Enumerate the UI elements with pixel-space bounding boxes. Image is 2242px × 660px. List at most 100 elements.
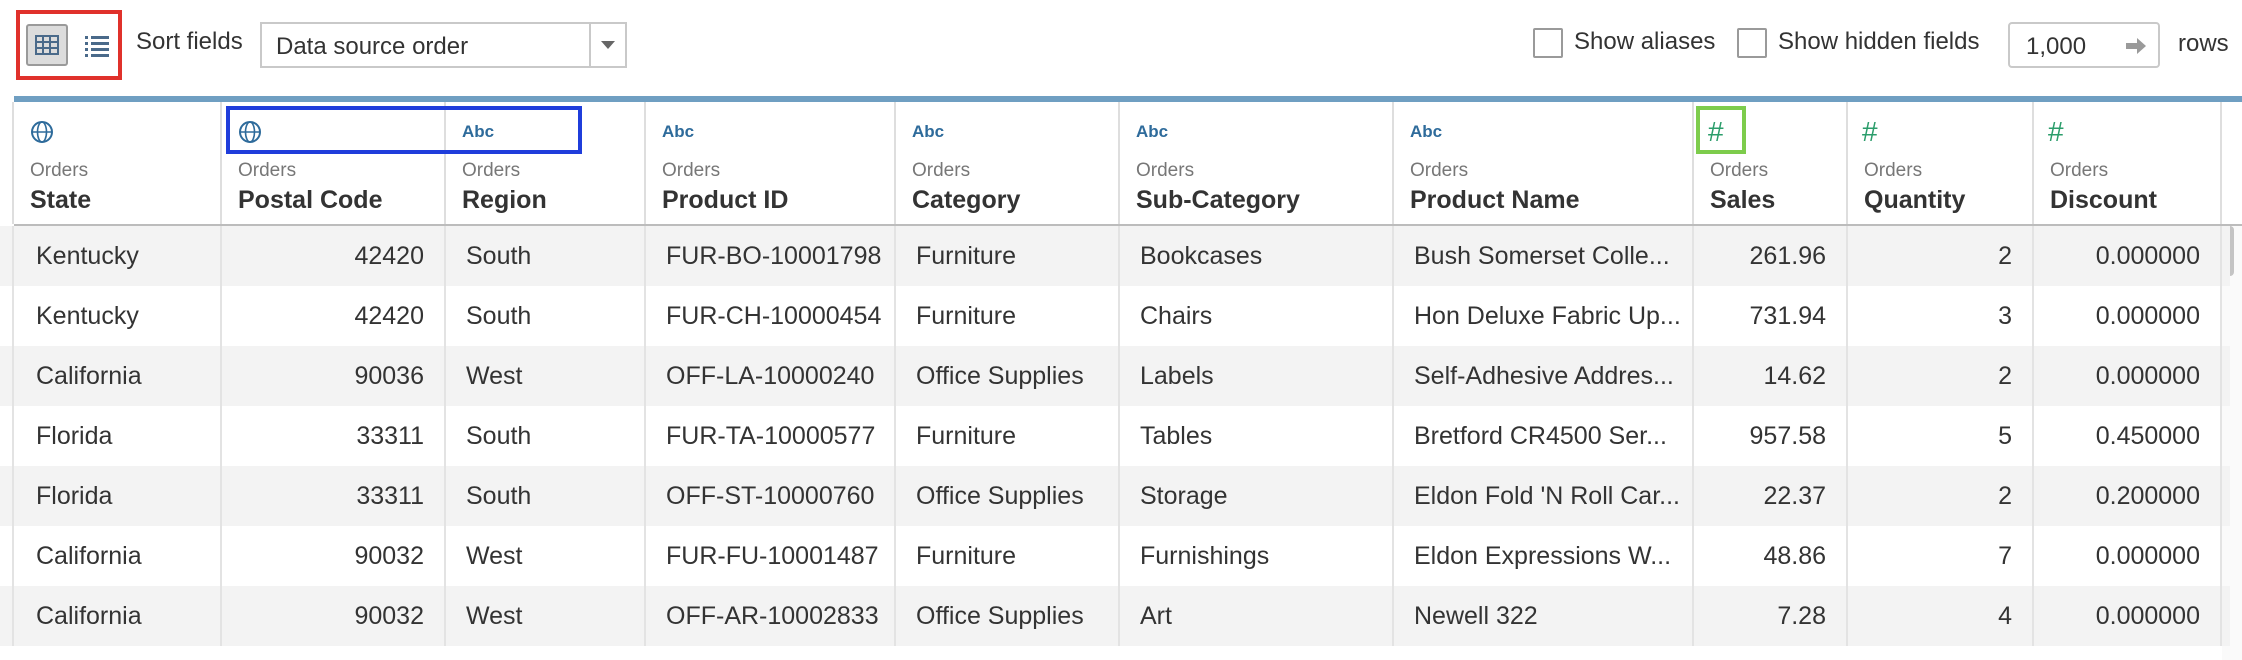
table-cell[interactable]: OFF-ST-10000760 — [646, 466, 896, 526]
table-cell[interactable]: Eldon Expressions W... — [1394, 526, 1694, 586]
grid-view-button[interactable] — [26, 24, 68, 66]
column-source: Orders — [1410, 160, 1469, 181]
table-cell[interactable]: Office Supplies — [896, 586, 1120, 646]
table-cell[interactable]: 0.000000 — [2034, 346, 2222, 406]
string-type-icon[interactable]: Abc — [1410, 122, 1442, 142]
table-cell[interactable]: FUR-CH-10000454 — [646, 286, 896, 346]
table-cell[interactable]: Chairs — [1120, 286, 1394, 346]
arrow-right-icon[interactable] — [2124, 34, 2148, 63]
number-type-icon[interactable]: # — [2048, 118, 2064, 146]
table-cell[interactable]: 0.000000 — [2034, 286, 2222, 346]
column-header-state[interactable]: Orders State — [14, 102, 222, 224]
table-cell[interactable]: 7.28 — [1694, 586, 1848, 646]
table-cell[interactable]: Tables — [1120, 406, 1394, 466]
table-cell[interactable]: Furniture — [896, 286, 1120, 346]
table-cell[interactable]: 4 — [1848, 586, 2034, 646]
string-type-icon[interactable]: Abc — [662, 122, 694, 142]
table-cell[interactable]: FUR-FU-10001487 — [646, 526, 896, 586]
table-cell[interactable]: Furniture — [896, 526, 1120, 586]
list-view-button[interactable] — [76, 24, 118, 66]
column-header-quantity[interactable]: # Orders Quantity — [1848, 102, 2034, 224]
table-cell[interactable]: 90032 — [222, 526, 446, 586]
table-cell[interactable]: Furniture — [896, 226, 1120, 286]
table-cell[interactable]: South — [446, 286, 646, 346]
column-header-sub-category[interactable]: Abc Orders Sub-Category — [1120, 102, 1394, 224]
table-cell[interactable]: Florida — [14, 466, 222, 526]
table-cell[interactable]: OFF-LA-10000240 — [646, 346, 896, 406]
table-cell[interactable]: FUR-TA-10000577 — [646, 406, 896, 466]
string-type-icon[interactable]: Abc — [1136, 122, 1168, 142]
table-cell[interactable]: 90036 — [222, 346, 446, 406]
table-cell[interactable]: Furnishings — [1120, 526, 1394, 586]
table-cell[interactable]: 731.94 — [1694, 286, 1848, 346]
table-cell[interactable]: West — [446, 586, 646, 646]
table-cell[interactable]: Eldon Fold 'N Roll Car... — [1394, 466, 1694, 526]
table-cell[interactable]: Office Supplies — [896, 466, 1120, 526]
column-name: Product Name — [1410, 186, 1580, 214]
table-cell[interactable]: South — [446, 226, 646, 286]
number-type-icon[interactable]: # — [1862, 118, 1878, 146]
table-cell[interactable]: 0.000000 — [2034, 526, 2222, 586]
rows-input[interactable]: 1,000 — [2008, 22, 2160, 68]
column-header-category[interactable]: Abc Orders Category — [896, 102, 1120, 224]
chevron-down-icon[interactable] — [601, 41, 615, 49]
sort-fields-dropdown[interactable]: Data source order — [260, 22, 627, 68]
column-source: Orders — [462, 160, 521, 181]
table-cell[interactable]: Hon Deluxe Fabric Up... — [1394, 286, 1694, 346]
table-cell[interactable]: California — [14, 346, 222, 406]
string-type-icon[interactable]: Abc — [912, 122, 944, 142]
table-cell[interactable]: California — [14, 586, 222, 646]
table-cell[interactable]: Art — [1120, 586, 1394, 646]
table-cell[interactable]: 14.62 — [1694, 346, 1848, 406]
table-cell[interactable]: Bretford CR4500 Ser... — [1394, 406, 1694, 466]
table-cell[interactable]: South — [446, 466, 646, 526]
table-cell[interactable]: 0.450000 — [2034, 406, 2222, 466]
show-aliases-checkbox[interactable] — [1533, 28, 1563, 58]
table-cell[interactable]: 0.000000 — [2034, 226, 2222, 286]
table-cell[interactable]: Bush Somerset Colle... — [1394, 226, 1694, 286]
table-cell[interactable]: South — [446, 406, 646, 466]
table-cell[interactable]: 957.58 — [1694, 406, 1848, 466]
show-hidden-fields-checkbox[interactable] — [1737, 28, 1767, 58]
table-cell[interactable]: 0.200000 — [2034, 466, 2222, 526]
table-cell[interactable]: Office Supplies — [896, 346, 1120, 406]
table-cell[interactable]: 22.37 — [1694, 466, 1848, 526]
table-row: California 90032 West FUR-FU-10001487 Furnit… — [0, 526, 2230, 586]
column-header-product-id[interactable]: Abc Orders Product ID — [646, 102, 896, 224]
column-header-discount[interactable]: # Orders Discount — [2034, 102, 2222, 224]
table-cell[interactable]: Kentucky — [14, 286, 222, 346]
table-cell[interactable]: 3 — [1848, 286, 2034, 346]
column-name: Postal Code — [238, 186, 383, 214]
table-cell[interactable]: 2 — [1848, 226, 2034, 286]
table-cell[interactable]: 0.000000 — [2034, 586, 2222, 646]
table-cell[interactable]: Florida — [14, 406, 222, 466]
table-cell[interactable]: Bookcases — [1120, 226, 1394, 286]
table-cell[interactable]: 2 — [1848, 346, 2034, 406]
table-cell[interactable]: Kentucky — [14, 226, 222, 286]
table-cell[interactable]: 42420 — [222, 286, 446, 346]
table-cell[interactable]: Storage — [1120, 466, 1394, 526]
table-cell[interactable]: California — [14, 526, 222, 586]
table-cell[interactable]: OFF-AR-10002833 — [646, 586, 896, 646]
table-cell[interactable]: 5 — [1848, 406, 2034, 466]
table-cell[interactable]: West — [446, 346, 646, 406]
globe-icon[interactable] — [30, 120, 54, 149]
table-cell[interactable]: 90032 — [222, 586, 446, 646]
table-cell[interactable]: Newell 322 — [1394, 586, 1694, 646]
table-cell[interactable]: Labels — [1120, 346, 1394, 406]
table-cell[interactable]: Furniture — [896, 406, 1120, 466]
column-source: Orders — [30, 160, 89, 181]
table-cell[interactable]: 261.96 — [1694, 226, 1848, 286]
table-cell[interactable]: Self-Adhesive Addres... — [1394, 346, 1694, 406]
table-cell[interactable]: 33311 — [222, 466, 446, 526]
table-cell[interactable]: 42420 — [222, 226, 446, 286]
column-name: Category — [912, 186, 1021, 214]
table-cell[interactable]: 7 — [1848, 526, 2034, 586]
table-cell[interactable]: FUR-BO-10001798 — [646, 226, 896, 286]
table-cell[interactable]: West — [446, 526, 646, 586]
table-cell[interactable]: 48.86 — [1694, 526, 1848, 586]
column-name: Quantity — [1864, 186, 1966, 214]
column-header-product-name[interactable]: Abc Orders Product Name — [1394, 102, 1694, 224]
table-cell[interactable]: 2 — [1848, 466, 2034, 526]
table-cell[interactable]: 33311 — [222, 406, 446, 466]
